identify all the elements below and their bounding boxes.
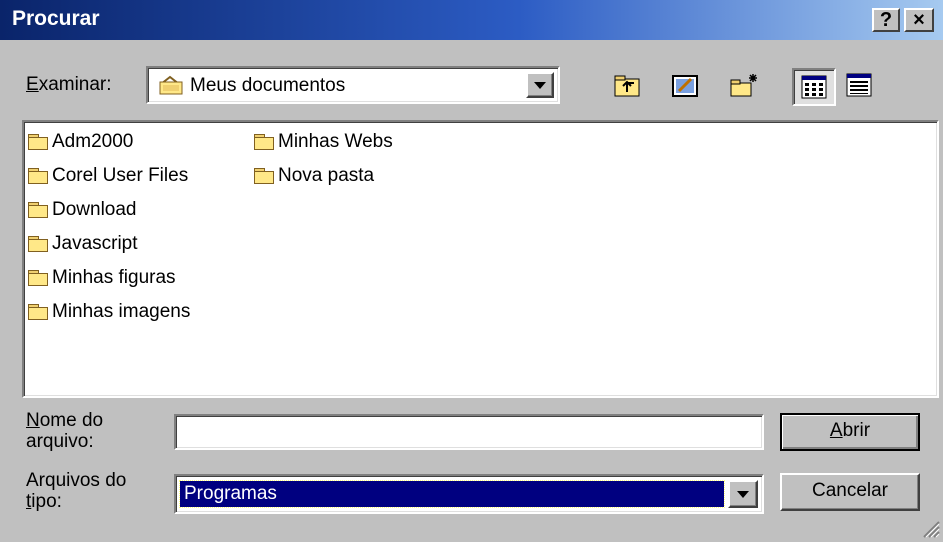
close-button[interactable]: × (904, 8, 934, 32)
title-bar[interactable]: Procurar ? × (0, 0, 943, 40)
new-folder-button[interactable] (722, 68, 764, 104)
filetype-combobox[interactable]: Programas (174, 474, 764, 514)
help-icon: ? (879, 9, 893, 31)
dropdown-arrow-icon (737, 491, 749, 498)
lookin-combobox[interactable]: Meus documentos (146, 66, 560, 104)
lookin-label: Examinar: (26, 74, 112, 95)
details-view-button[interactable] (840, 68, 882, 104)
size-grip-icon[interactable] (922, 520, 940, 538)
folder-icon (28, 134, 48, 150)
list-item[interactable]: Adm2000 (28, 128, 133, 156)
folder-icon (28, 304, 48, 320)
filetype-value: Programas (179, 480, 725, 508)
dropdown-arrow-icon (534, 82, 546, 89)
list-view-icon (801, 75, 827, 99)
folder-icon (28, 168, 48, 184)
list-item[interactable]: Minhas imagens (28, 298, 190, 326)
list-item[interactable]: Download (28, 196, 137, 224)
desktop-button[interactable] (664, 68, 706, 104)
list-item[interactable]: Javascript (28, 230, 138, 258)
list-item[interactable]: Minhas figuras (28, 264, 176, 292)
up-one-level-icon (614, 75, 640, 97)
folder-icon (158, 74, 184, 102)
up-one-level-button[interactable] (606, 68, 648, 104)
filename-input[interactable] (174, 414, 764, 450)
folder-icon (254, 168, 274, 184)
lookin-dropdown-button[interactable] (526, 72, 554, 98)
window-title: Procurar (12, 7, 100, 30)
filetype-dropdown-button[interactable] (728, 480, 758, 508)
details-view-icon (846, 73, 872, 97)
folder-icon (28, 236, 48, 252)
list-item[interactable]: Corel User Files (28, 162, 188, 190)
close-icon: × (913, 9, 925, 31)
help-button[interactable]: ? (872, 8, 900, 32)
folder-icon (254, 134, 274, 150)
folder-icon (28, 202, 48, 218)
file-list[interactable]: Adm2000 Corel User Files Download Javasc… (22, 120, 939, 398)
lookin-value: Meus documentos (190, 75, 346, 96)
filename-label: Nome do arquivo: (26, 410, 104, 452)
open-button[interactable]: Abrir (780, 413, 920, 451)
list-view-button[interactable] (792, 68, 836, 106)
cancel-button[interactable]: Cancelar (780, 473, 920, 511)
filetype-label: Arquivos do tipo: (26, 470, 127, 512)
list-item[interactable]: Nova pasta (254, 162, 374, 190)
new-folder-icon (730, 74, 757, 97)
folder-icon (28, 270, 48, 286)
list-item[interactable]: Minhas Webs (254, 128, 393, 156)
desktop-icon (672, 75, 698, 97)
